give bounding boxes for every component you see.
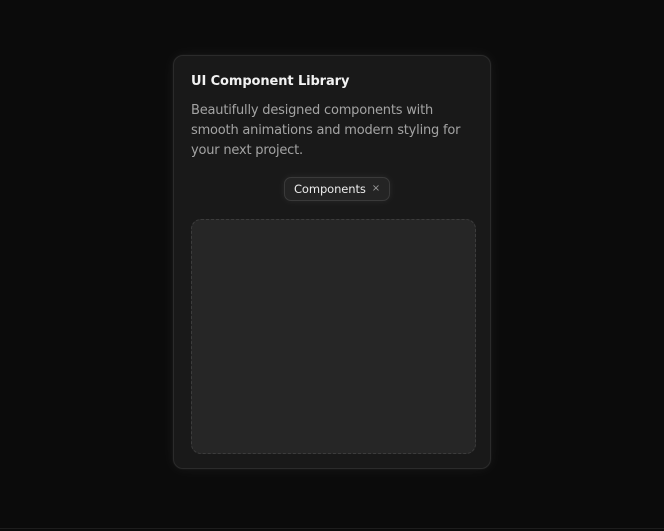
page: UI Component Library Beautifully designe… — [0, 0, 664, 531]
bottom-divider — [0, 528, 664, 529]
card-description: Beautifully designed components with smo… — [191, 103, 461, 158]
preview-area[interactable] — [191, 219, 476, 454]
library-card: UI Component Library Beautifully designe… — [173, 55, 491, 469]
tag-label: Components — [294, 182, 366, 196]
components-tag[interactable]: Components × — [284, 177, 391, 201]
card-title: UI Component Library — [191, 74, 350, 89]
close-icon[interactable]: × — [372, 184, 380, 194]
